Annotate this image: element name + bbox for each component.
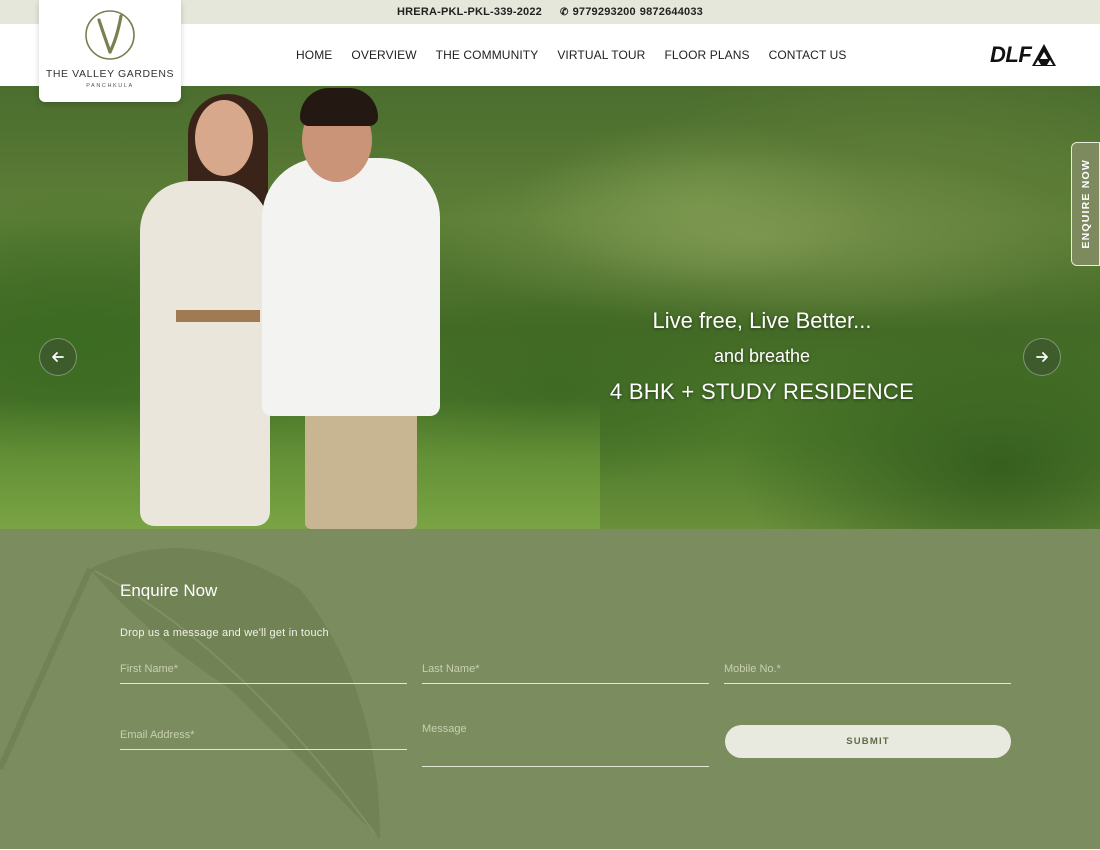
couple-image-belt — [176, 310, 260, 322]
first-name-field[interactable] — [120, 659, 407, 683]
logo-card[interactable]: THE VALLEY GARDENS PANCHKULA — [39, 0, 181, 102]
couple-image-man-hair — [300, 88, 378, 126]
last-name-field[interactable] — [422, 659, 709, 683]
main-nav: HOME OVERVIEW THE COMMUNITY VIRTUAL TOUR… — [296, 24, 865, 86]
phone-icon: ✆ — [560, 6, 569, 18]
hero-residence-type: 4 BHK + STUDY RESIDENCE — [609, 379, 915, 404]
arrow-left-icon — [52, 352, 64, 362]
nav-floor-plans[interactable]: FLOOR PLANS — [664, 48, 749, 62]
logo-title: THE VALLEY GARDENS — [45, 68, 175, 80]
couple-image-man — [262, 158, 440, 416]
slider-prev-button[interactable] — [39, 338, 77, 376]
enquiry-subtitle: Drop us a message and we'll get in touch — [120, 627, 329, 639]
nav-overview[interactable]: OVERVIEW — [351, 48, 416, 62]
hero-grass — [0, 399, 600, 529]
email-field[interactable] — [120, 725, 407, 749]
submit-button[interactable]: SUBMIT — [725, 725, 1011, 758]
phone-number-1[interactable]: 9779293200 — [573, 6, 636, 18]
enquiry-title: Enquire Now — [120, 581, 218, 600]
hero-banner: Live free, Live Better... and breathe 4 … — [0, 86, 1100, 529]
couple-image-woman — [140, 181, 270, 526]
arrow-right-icon — [1036, 352, 1048, 362]
logo-subtitle: PANCHKULA — [86, 83, 134, 89]
slider-next-button[interactable] — [1023, 338, 1061, 376]
nav-virtual-tour[interactable]: VIRTUAL TOUR — [557, 48, 645, 62]
valley-gardens-logo-icon — [85, 10, 135, 60]
phone-number-2[interactable]: 9872644033 — [640, 6, 703, 18]
last-name-field-wrapper — [422, 659, 709, 684]
couple-image-woman-face — [195, 100, 253, 176]
enquire-now-side-tab-label: ENQUIRE NOW — [1079, 159, 1092, 249]
phone-numbers: ✆ 9779293200 9872644033 — [560, 6, 703, 18]
leaf-decoration-icon — [0, 548, 380, 839]
nav-contact-us[interactable]: CONTACT US — [769, 48, 847, 62]
email-field-wrapper — [120, 725, 407, 750]
message-field-wrapper — [422, 719, 709, 767]
hero-light — [420, 146, 1100, 326]
nav-the-community[interactable]: THE COMMUNITY — [436, 48, 539, 62]
hero-tagline: Live free, Live Better... — [652, 308, 872, 333]
hero-subline: and breathe — [713, 346, 811, 366]
dlf-logo-text: DLF — [990, 42, 1032, 67]
rera-number: HRERA-PKL-PKL-339-2022 — [397, 6, 543, 18]
mobile-field[interactable] — [724, 659, 1011, 683]
enquiry-section: Enquire Now Drop us a message and we'll … — [0, 529, 1100, 849]
enquire-now-side-tab[interactable]: ENQUIRE NOW — [1071, 142, 1100, 266]
first-name-field-wrapper — [120, 659, 407, 684]
dlf-triangle-icon — [1032, 44, 1057, 66]
dlf-logo[interactable]: DLF — [990, 42, 1057, 68]
mobile-field-wrapper — [724, 659, 1011, 684]
hero-caption: Live free, Live Better... and breathe 4 … — [600, 308, 924, 405]
message-field[interactable] — [422, 719, 709, 761]
nav-home[interactable]: HOME — [296, 48, 332, 62]
